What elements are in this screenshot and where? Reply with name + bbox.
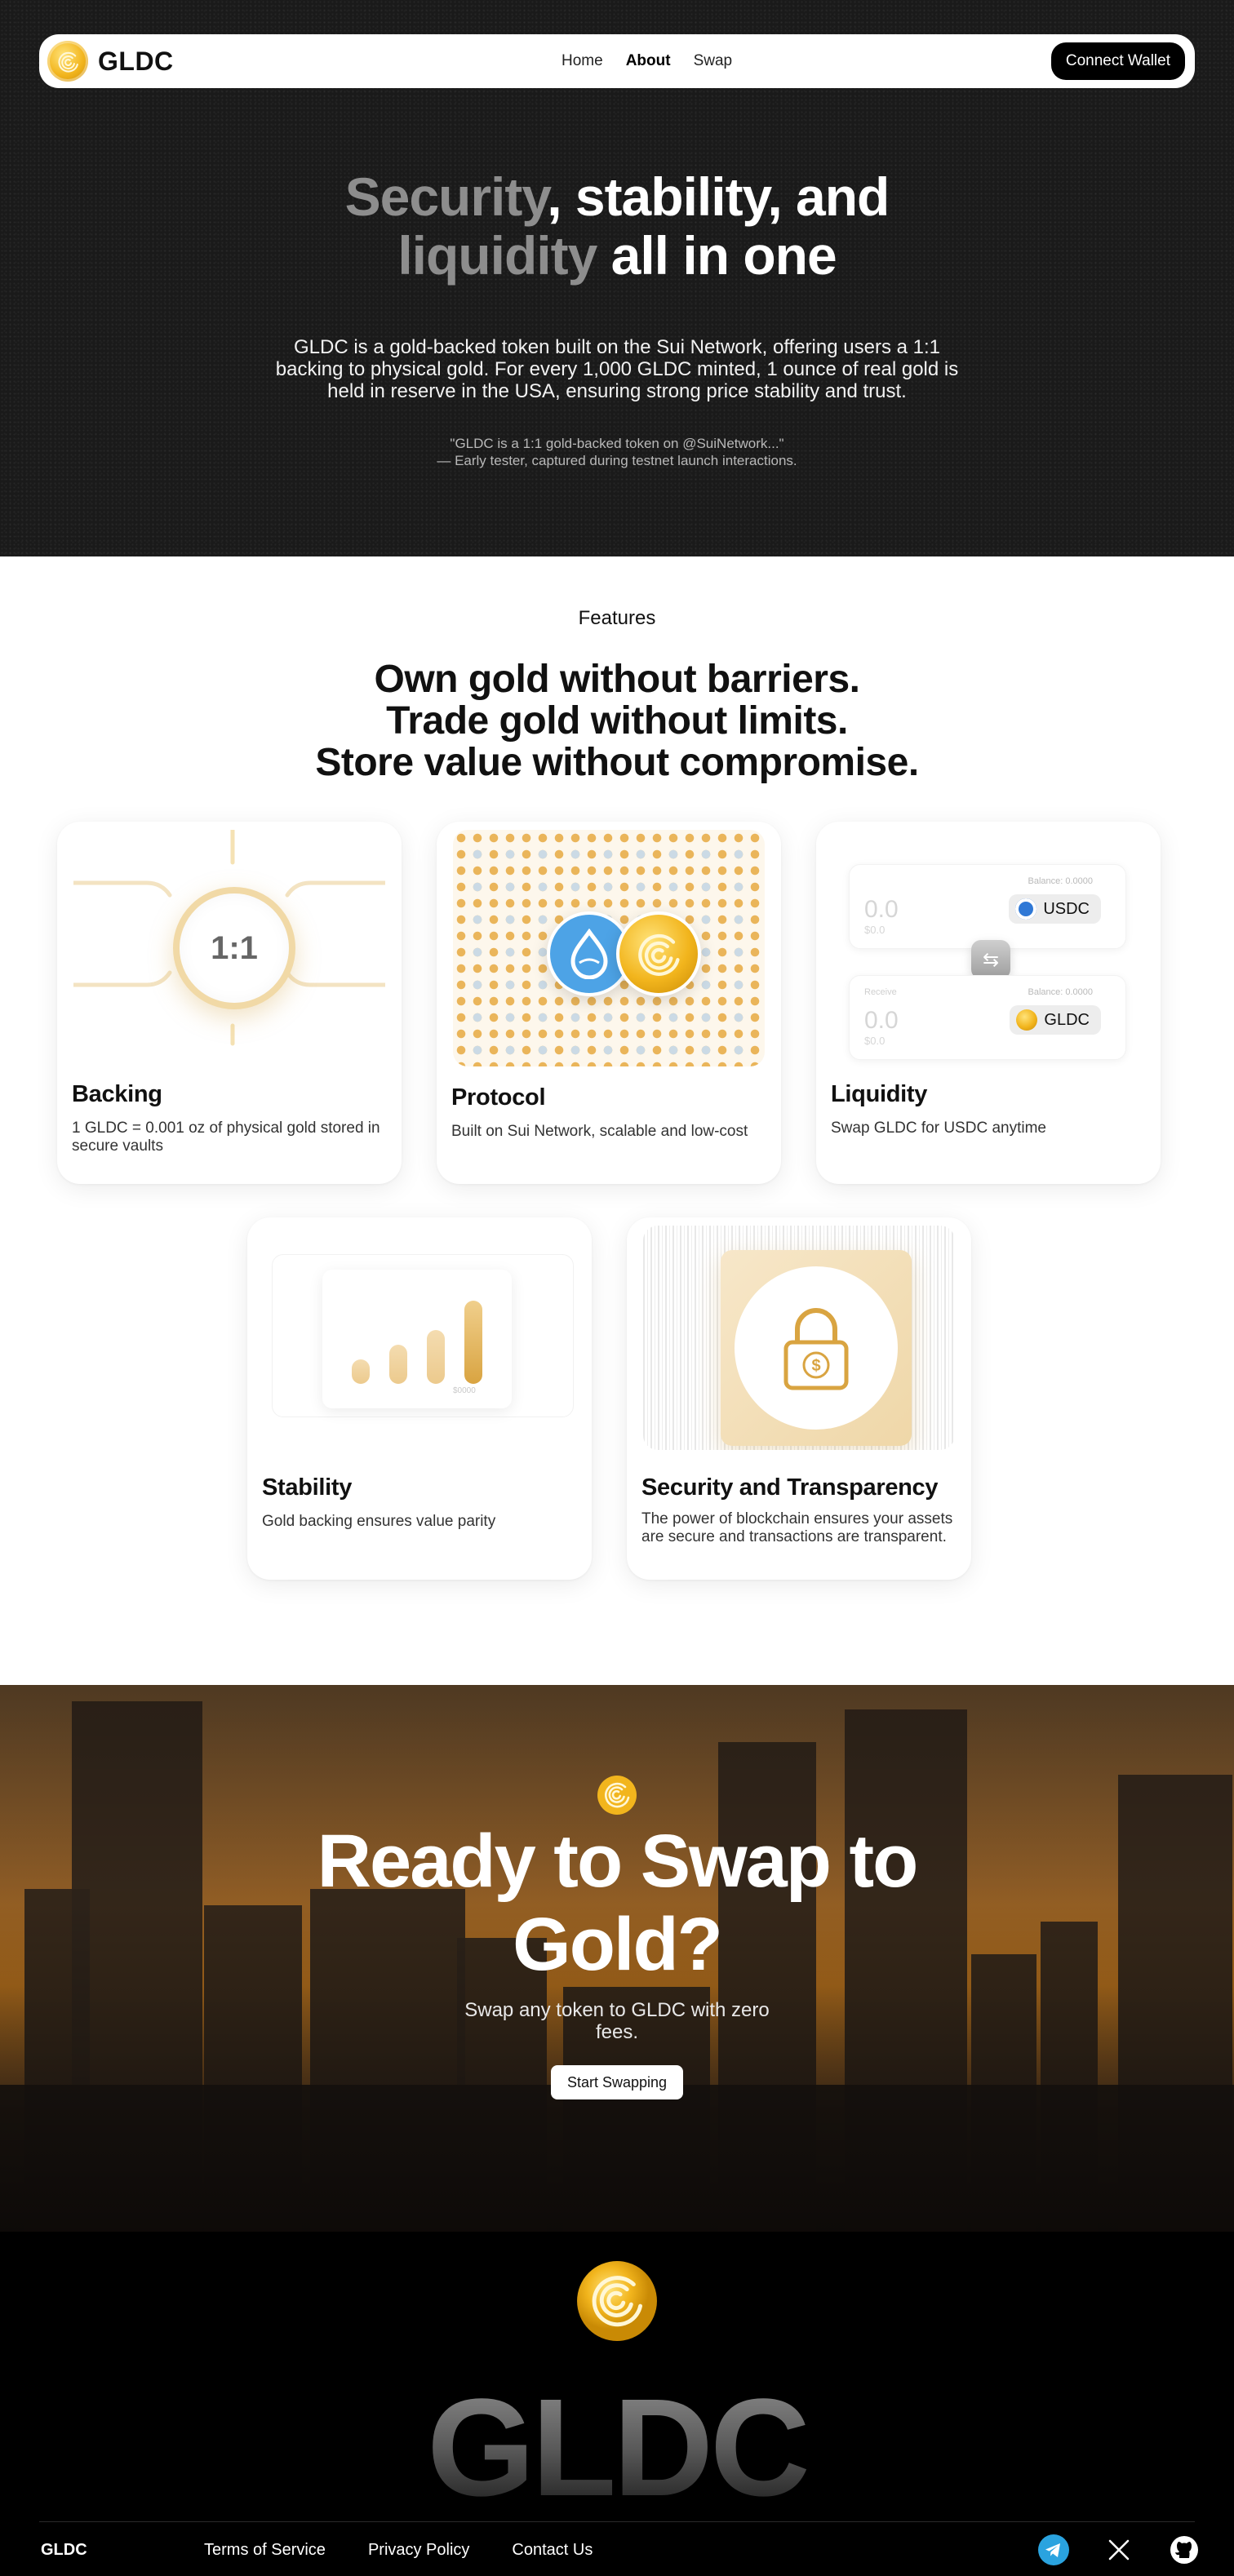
swap-balance: Balance: 0.0000 (1028, 987, 1093, 997)
swap-input-row: 0.0 $0.0 Balance: 0.0000 USDC (849, 864, 1126, 949)
terms-link[interactable]: Terms of Service (204, 2541, 326, 2560)
card-description: Swap GLDC for USDC anytime (831, 1120, 1046, 1137)
swap-amount: 0.0 (864, 896, 899, 923)
token-select-gldc: GLDC (1010, 1005, 1101, 1035)
nav-links: Home About Swap (562, 52, 732, 70)
footer-divider (39, 2521, 1195, 2522)
protocol-visual (453, 830, 765, 1066)
hero-description: GLDC is a gold-backed token built on the… (275, 336, 959, 402)
footer-wordmark: GLDC (0, 2379, 1234, 2517)
privacy-link[interactable]: Privacy Policy (368, 2541, 469, 2560)
card-description: Built on Sui Network, scalable and low-c… (451, 1123, 748, 1140)
swap-output-row: Receive 0.0 $0.0 Balance: 0.0000 GLDC (849, 975, 1126, 1060)
feature-card-security: $ Security and Transparency The power of… (627, 1217, 971, 1580)
features-section: Features Own gold without barriers. Trad… (0, 556, 1234, 1685)
swap-amount: 0.0 (864, 1007, 899, 1034)
cta-logo-icon (597, 1776, 637, 1815)
cta-title: Ready to Swap to Gold? (317, 1820, 919, 1986)
card-description: The power of blockchain ensures your ass… (641, 1510, 953, 1545)
headline-line: Store value without compromise. (315, 741, 919, 784)
hero-title-muted-1: Security (344, 166, 548, 227)
nav-link-about[interactable]: About (626, 52, 671, 70)
hero-quote: "GLDC is a 1:1 gold-backed token on @Sui… (392, 435, 842, 469)
backing-visual: 1:1 (73, 830, 385, 1075)
cta-section: Ready to Swap to Gold? Swap any token to… (0, 1685, 1234, 2232)
usdc-icon (1015, 898, 1037, 920)
lock-icon: $ (735, 1266, 898, 1430)
feature-card-backing: 1:1 Backing 1 GLDC = 0.001 oz of physica… (57, 822, 402, 1184)
card-title: Liquidity (831, 1081, 928, 1107)
footer-brand: GLDC (41, 2540, 87, 2559)
swap-usd: $0.0 (864, 1035, 886, 1047)
chart-bar (389, 1345, 407, 1384)
ratio-badge: 1:1 (173, 887, 295, 1009)
footer-links: Terms of Service Privacy Policy Contact … (204, 2541, 593, 2560)
feature-card-protocol: Protocol Built on Sui Network, scalable … (437, 822, 781, 1184)
social-links (1038, 2534, 1200, 2565)
card-description: 1 GLDC = 0.001 oz of physical gold store… (72, 1120, 380, 1155)
quote-attribution: — Early tester, captured during testnet … (437, 453, 797, 468)
swap-label: Receive (864, 987, 897, 997)
hero-title: Security, stability, and liquidity all i… (0, 167, 1234, 285)
start-swapping-button[interactable]: Start Swapping (551, 2065, 683, 2099)
stability-visual: $0000 (264, 1226, 575, 1470)
chart-bar (464, 1301, 482, 1384)
brand[interactable]: GLDC (47, 41, 174, 82)
chart-bar (352, 1359, 370, 1384)
card-title: Protocol (451, 1084, 546, 1111)
brand-name: GLDC (98, 46, 174, 76)
connect-wallet-button[interactable]: Connect Wallet (1050, 42, 1185, 80)
security-visual: $ (643, 1226, 955, 1450)
headline-line: Trade gold without limits. (386, 699, 848, 743)
swap-usd: $0.0 (864, 924, 886, 936)
swap-direction-icon: ⇆ (971, 940, 1010, 979)
contact-link[interactable]: Contact Us (512, 2541, 593, 2560)
liquidity-visual: 0.0 $0.0 Balance: 0.0000 USDC ⇆ Receive … (832, 830, 1144, 1075)
feature-card-liquidity: 0.0 $0.0 Balance: 0.0000 USDC ⇆ Receive … (816, 822, 1161, 1184)
svg-text:$: $ (811, 1357, 820, 1375)
lock-tile: $ (721, 1250, 912, 1446)
chart-label: $0000 (453, 1386, 476, 1395)
features-eyebrow: Features (578, 607, 656, 629)
card-title: Stability (262, 1474, 353, 1501)
gldc-coin-icon (616, 911, 701, 996)
hero-title-rest-2: all in one (597, 225, 837, 286)
card-title: Security and Transparency (641, 1474, 939, 1501)
nav-link-home[interactable]: Home (562, 52, 603, 70)
token-label: USDC (1043, 899, 1090, 918)
token-select-usdc: USDC (1009, 894, 1101, 924)
hero-title-muted-2: liquidity (397, 225, 597, 286)
gldc-mini-icon (1016, 1009, 1038, 1031)
token-label: GLDC (1044, 1010, 1090, 1029)
github-icon[interactable] (1169, 2534, 1200, 2565)
chart-bar (427, 1330, 445, 1384)
footer-logo-icon (577, 2261, 657, 2341)
telegram-icon[interactable] (1038, 2534, 1069, 2565)
x-icon[interactable] (1103, 2534, 1134, 2565)
swap-balance: Balance: 0.0000 (1028, 876, 1093, 886)
hero-section: GLDC Home About Swap Connect Wallet Secu… (0, 0, 1234, 556)
navbar: GLDC Home About Swap Connect Wallet (39, 34, 1195, 88)
nav-link-swap[interactable]: Swap (694, 52, 733, 70)
footer: GLDC GLDC Terms of Service Privacy Polic… (0, 2232, 1234, 2576)
gldc-logo-icon (47, 41, 88, 82)
features-headline: Own gold without barriers. Trade gold wi… (0, 658, 1234, 783)
card-title: Backing (72, 1081, 162, 1107)
headline-line: Own gold without barriers. (374, 658, 860, 701)
cta-subtitle: Swap any token to GLDC with zero fees. (464, 1999, 770, 2043)
hero-title-rest-1: , stability, and (547, 166, 890, 227)
feature-card-stability: $0000 Stability Gold backing ensures val… (247, 1217, 592, 1580)
quote-text: "GLDC is a 1:1 gold-backed token on @Sui… (450, 436, 784, 451)
stability-chart: $0000 (322, 1270, 512, 1408)
footer-bar: GLDC Terms of Service Privacy Policy Con… (41, 2534, 1200, 2566)
card-description: Gold backing ensures value parity (262, 1513, 496, 1530)
